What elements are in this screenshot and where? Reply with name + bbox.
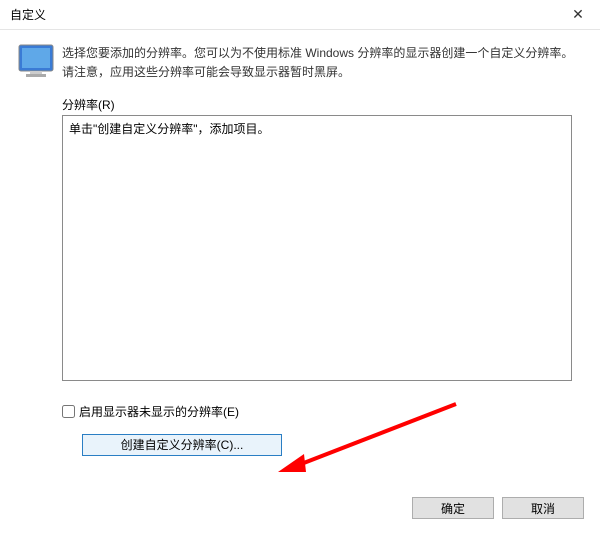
enable-unsupported-checkbox[interactable] [62,405,75,418]
content-area: 选择您要添加的分辨率。您可以为不使用标准 Windows 分辨率的显示器创建一个… [0,30,600,456]
titlebar: 自定义 ✕ [0,0,600,30]
checkbox-label: 启用显示器未显示的分辨率(E) [79,403,239,420]
close-icon: ✕ [572,6,584,23]
resolution-label: 分辨率(R) [62,96,582,113]
window-title: 自定义 [10,6,46,23]
enable-unsupported-checkbox-row[interactable]: 启用显示器未显示的分辨率(E) [62,403,582,420]
create-custom-resolution-button[interactable]: 创建自定义分辨率(C)... [82,434,282,456]
description-text: 选择您要添加的分辨率。您可以为不使用标准 Windows 分辨率的显示器创建一个… [62,44,582,82]
monitor-icon [18,44,54,78]
listbox-hint-text: 单击"创建自定义分辨率"，添加项目。 [69,122,270,136]
ok-button[interactable]: 确定 [412,497,494,519]
cancel-button[interactable]: 取消 [502,497,584,519]
resolution-listbox[interactable]: 单击"创建自定义分辨率"，添加项目。 [62,115,572,381]
header-row: 选择您要添加的分辨率。您可以为不使用标准 Windows 分辨率的显示器创建一个… [18,44,582,82]
close-button[interactable]: ✕ [556,0,600,30]
dialog-footer: 确定 取消 [412,497,584,519]
